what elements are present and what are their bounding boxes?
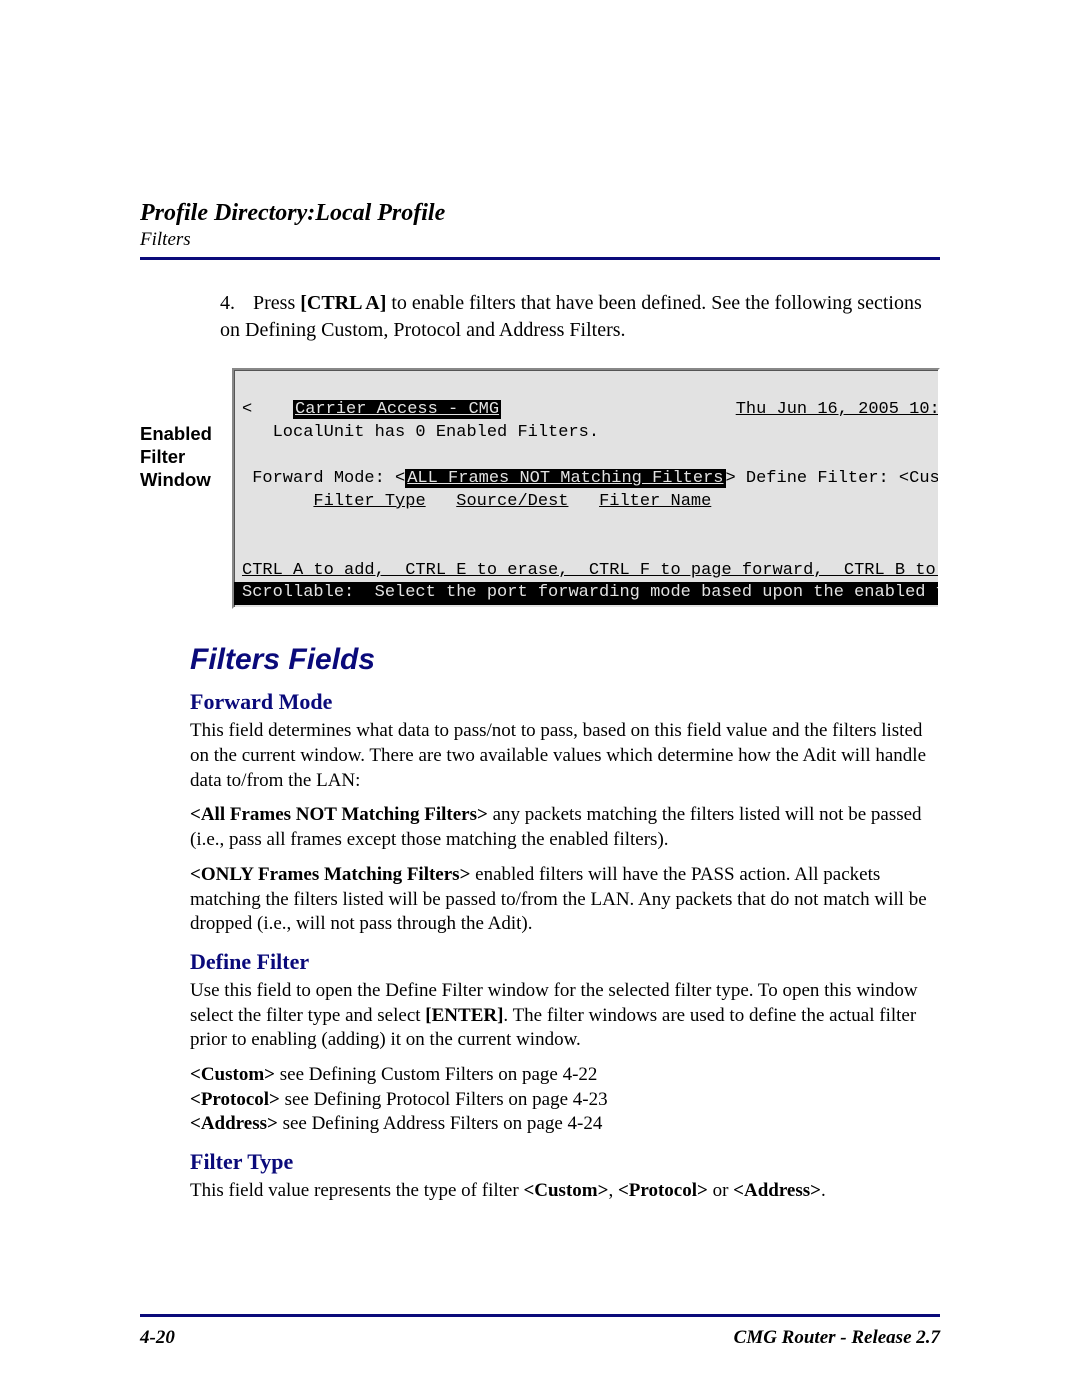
define-filter-desc: Use this field to open the Define Filter… <box>190 979 940 1053</box>
term-fwd-value: ALL Frames NOT Matching Filters <box>405 469 725 488</box>
page-footer: 4-20 CMG Router - Release 2.7 <box>140 1327 940 1349</box>
ft-b1: <Custom> <box>523 1180 608 1201</box>
heading-forward-mode: Forward Mode <box>190 689 940 715</box>
define-custom-line: <Custom> see Defining Custom Filters on … <box>190 1063 940 1088</box>
da-bold: <Address> <box>190 1113 278 1134</box>
terminal-window: < Carrier Access - CMG Thu Jun 16, 2005 … <box>232 368 940 609</box>
da-text: see Defining Address Filters on page 4-2… <box>278 1113 603 1134</box>
footer-doc-title: CMG Router - Release 2.7 <box>734 1327 940 1349</box>
term-fwd-tail: > Define Filter: <Custom > -> <box>726 469 941 488</box>
term-help-line: CTRL A to add, CTRL E to erase, CTRL F t… <box>242 561 940 580</box>
step-number: 4. <box>220 290 248 317</box>
terminal-side-label: Enabled Filter Window <box>140 368 218 491</box>
term-fwd-label: Forward Mode: < <box>252 469 405 488</box>
opt1-bold: <All Frames NOT Matching Filters> <box>190 804 488 825</box>
term-local-line: LocalUnit has 0 Enabled Filters. <box>273 423 599 442</box>
footer-rule <box>140 1314 940 1317</box>
section-title-filters-fields: Filters Fields <box>190 643 940 677</box>
page-header-title: Profile Directory:Local Profile <box>140 200 940 227</box>
forward-mode-opt1: <All Frames NOT Matching Filters> any pa… <box>190 803 940 852</box>
ft-b2: <Protocol> <box>618 1180 708 1201</box>
term-lt: < <box>242 400 252 419</box>
define-address-line: <Address> see Defining Address Filters o… <box>190 1112 940 1137</box>
step-text-before: Press <box>253 292 300 314</box>
forward-mode-desc: This field determines what data to pass/… <box>190 719 940 793</box>
instruction-step: 4. Press [CTRL A] to enable filters that… <box>220 290 940 344</box>
document-page: Profile Directory:Local Profile Filters … <box>0 0 1080 1397</box>
ft-s1: , <box>608 1180 618 1201</box>
term-status-line: Scrollable: Select the port forwarding m… <box>234 582 938 605</box>
define-protocol-line: <Protocol> see Defining Protocol Filters… <box>190 1088 940 1113</box>
forward-mode-opt2: <ONLY Frames Matching Filters> enabled f… <box>190 863 940 937</box>
step-key: [CTRL A] <box>300 292 386 314</box>
ft-s2: or <box>708 1180 733 1201</box>
heading-define-filter: Define Filter <box>190 949 940 975</box>
term-timestamp: Thu Jun 16, 2005 10:15:51_ > <box>736 400 940 419</box>
dc-text: see Defining Custom Filters on page 4-22 <box>275 1064 597 1085</box>
filter-type-desc: This field value represents the type of … <box>190 1179 940 1204</box>
dp-text: see Defining Protocol Filters on page 4-… <box>280 1089 608 1110</box>
dc-bold: <Custom> <box>190 1064 275 1085</box>
terminal-row: Enabled Filter Window < Carrier Access -… <box>140 368 940 609</box>
header-rule <box>140 257 940 260</box>
page-header-sub: Filters <box>140 229 940 251</box>
heading-filter-type: Filter Type <box>190 1149 940 1175</box>
term-app-title: Carrier Access - CMG <box>293 400 501 419</box>
dp-bold: <Protocol> <box>190 1089 280 1110</box>
ft-s3: . <box>821 1180 826 1201</box>
term-col-filter-type: Filter Type <box>313 492 425 511</box>
opt2-bold: <ONLY Frames Matching Filters> <box>190 864 470 885</box>
term-col-filter-name: Filter Name <box>599 492 711 511</box>
term-col-source-dest: Source/Dest <box>456 492 568 511</box>
footer-page-number: 4-20 <box>140 1327 175 1349</box>
ft-b3: <Address> <box>733 1180 821 1201</box>
df-key: [ENTER] <box>425 1005 503 1026</box>
ft-t1: This field value represents the type of … <box>190 1180 523 1201</box>
